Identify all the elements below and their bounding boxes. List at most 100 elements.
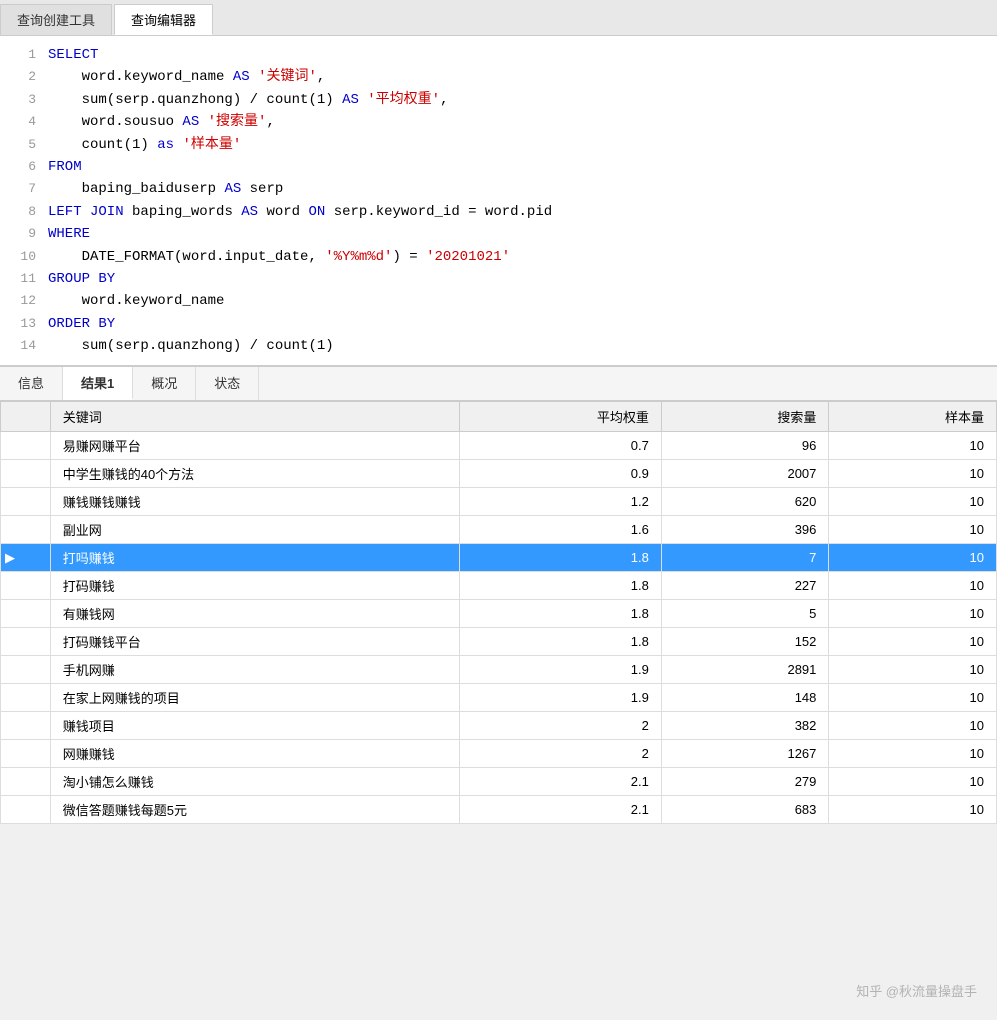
cell-weight: 1.8: [460, 544, 662, 572]
line-number: 5: [8, 135, 36, 156]
cell-sample: 10: [829, 488, 997, 516]
cell-keyword: 副业网: [50, 516, 460, 544]
cell-keyword: 易赚网赚平台: [50, 432, 460, 460]
code-line-3: 3 sum(serp.quanzhong) / count(1) AS '平均权…: [0, 89, 997, 111]
cell-weight: 2.1: [460, 768, 662, 796]
cell-sample: 10: [829, 572, 997, 600]
result-tab-bar: 信息结果1概况状态: [0, 367, 997, 401]
cell-sample: 10: [829, 796, 997, 824]
cell-sample: 10: [829, 628, 997, 656]
code-line-5: 5 count(1) as '样本量': [0, 134, 997, 156]
cell-search: 279: [661, 768, 829, 796]
code-token: word.keyword_name: [48, 69, 233, 85]
result-tab-概况[interactable]: 概况: [133, 367, 196, 400]
code-token: baping_words: [124, 204, 242, 220]
row-indicator: [1, 432, 51, 460]
row-indicator: [1, 712, 51, 740]
code-token: '平均权重': [367, 92, 440, 108]
line-content: sum(serp.quanzhong) / count(1) AS '平均权重'…: [48, 89, 449, 111]
cell-keyword: 淘小铺怎么赚钱: [50, 768, 460, 796]
table-row[interactable]: 淘小铺怎么赚钱2.127910: [1, 768, 997, 796]
cell-search: 2007: [661, 460, 829, 488]
line-number: 10: [8, 247, 36, 268]
table-row[interactable]: 手机网赚1.9289110: [1, 656, 997, 684]
code-line-13: 13 ORDER BY: [0, 313, 997, 335]
table-row[interactable]: 副业网1.639610: [1, 516, 997, 544]
table-row[interactable]: 赚钱项目238210: [1, 712, 997, 740]
code-line-11: 11 GROUP BY: [0, 268, 997, 290]
line-content: word.keyword_name AS '关键词',: [48, 66, 325, 88]
table-row[interactable]: 微信答题赚钱每题5元2.168310: [1, 796, 997, 824]
cell-sample: 10: [829, 460, 997, 488]
cell-weight: 1.9: [460, 656, 662, 684]
cell-weight: 2: [460, 740, 662, 768]
cell-weight: 1.8: [460, 572, 662, 600]
code-token: ,: [266, 114, 274, 130]
code-token: SELECT: [48, 47, 98, 63]
code-token: AS: [241, 204, 258, 220]
line-number: 2: [8, 67, 36, 88]
line-number: 3: [8, 90, 36, 111]
code-token: ,: [440, 92, 448, 108]
cell-search: 5: [661, 600, 829, 628]
cell-weight: 0.7: [460, 432, 662, 460]
line-content: SELECT: [48, 44, 98, 66]
cell-sample: 10: [829, 712, 997, 740]
table-row[interactable]: 在家上网赚钱的项目1.914810: [1, 684, 997, 712]
code-token: word.keyword_name: [48, 293, 224, 309]
cell-sample: 10: [829, 684, 997, 712]
line-content: sum(serp.quanzhong) / count(1): [48, 335, 334, 357]
code-token: AS: [342, 92, 359, 108]
cell-search: 683: [661, 796, 829, 824]
code-token: count(1): [48, 137, 157, 153]
result-table: 关键词平均权重搜索量样本量 易赚网赚平台0.79610中学生赚钱的40个方法0.…: [0, 401, 997, 824]
cell-search: 2891: [661, 656, 829, 684]
table-row[interactable]: 打码赚钱1.822710: [1, 572, 997, 600]
line-number: 1: [8, 45, 36, 66]
line-number: 4: [8, 112, 36, 133]
line-content: DATE_FORMAT(word.input_date, '%Y%m%d') =…: [48, 246, 510, 268]
cell-keyword: 赚钱赚钱赚钱: [50, 488, 460, 516]
code-token: '%Y%m%d': [325, 249, 392, 265]
line-number: 7: [8, 179, 36, 200]
cell-weight: 1.2: [460, 488, 662, 516]
tab-1[interactable]: 查询编辑器: [114, 4, 213, 35]
line-content: ORDER BY: [48, 313, 115, 335]
code-token: GROUP BY: [48, 271, 115, 287]
code-line-2: 2 word.keyword_name AS '关键词',: [0, 66, 997, 88]
code-line-9: 9WHERE: [0, 223, 997, 245]
code-line-6: 6FROM: [0, 156, 997, 178]
cell-weight: 1.9: [460, 684, 662, 712]
result-tab-信息[interactable]: 信息: [0, 367, 63, 400]
line-number: 11: [8, 269, 36, 290]
result-tab-结果1[interactable]: 结果1: [63, 367, 133, 400]
table-row[interactable]: 中学生赚钱的40个方法0.9200710: [1, 460, 997, 488]
table-row[interactable]: 赚钱赚钱赚钱1.262010: [1, 488, 997, 516]
table-row[interactable]: 网赚赚钱2126710: [1, 740, 997, 768]
code-token: WHERE: [48, 226, 90, 242]
code-token: ) =: [392, 249, 426, 265]
row-indicator: [1, 768, 51, 796]
table-row[interactable]: ▶打吗赚钱1.8710: [1, 544, 997, 572]
line-content: FROM: [48, 156, 82, 178]
tab-0[interactable]: 查询创建工具: [0, 4, 112, 35]
row-indicator: ▶: [1, 544, 51, 572]
line-number: 13: [8, 314, 36, 335]
line-number: 8: [8, 202, 36, 223]
code-line-1: 1 SELECT: [0, 44, 997, 66]
cell-keyword: 网赚赚钱: [50, 740, 460, 768]
table-row[interactable]: 打码赚钱平台1.815210: [1, 628, 997, 656]
header-indicator: [1, 402, 51, 432]
cell-sample: 10: [829, 768, 997, 796]
cell-keyword: 打码赚钱平台: [50, 628, 460, 656]
col-header-0: 关键词: [50, 402, 460, 432]
row-indicator: [1, 488, 51, 516]
line-content: baping_baiduserp AS serp: [48, 178, 283, 200]
tab-bar: 查询创建工具查询编辑器: [0, 0, 997, 36]
cell-search: 382: [661, 712, 829, 740]
table-row[interactable]: 有赚钱网1.8510: [1, 600, 997, 628]
cell-search: 1267: [661, 740, 829, 768]
table-row[interactable]: 易赚网赚平台0.79610: [1, 432, 997, 460]
result-tab-状态[interactable]: 状态: [196, 367, 259, 400]
code-token: ON: [308, 204, 325, 220]
